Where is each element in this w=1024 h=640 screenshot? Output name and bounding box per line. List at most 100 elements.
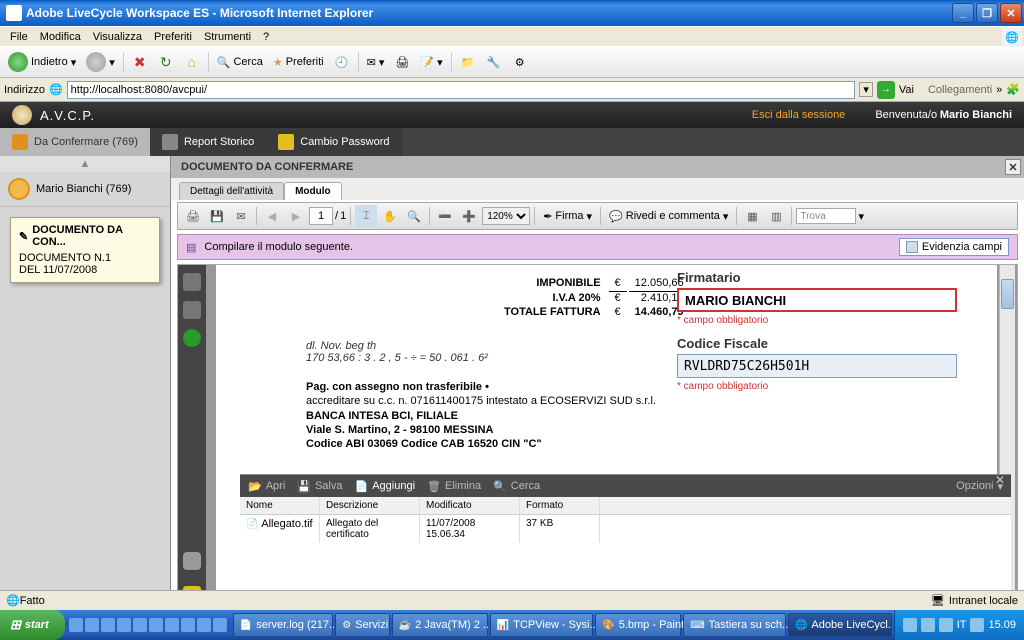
address-dropdown[interactable]: ▾ [859,82,873,97]
logout-link[interactable]: Esci dalla sessione [752,109,846,121]
mail-button[interactable]: ✉ ▾ [363,50,389,74]
att-add[interactable]: 📄 Aggiungi [355,480,416,493]
email-icon[interactable]: ✉ [230,205,252,227]
attachments-panel-icon[interactable] [183,552,201,570]
hand-tool-icon[interactable]: ✋ [379,205,401,227]
address-input[interactable] [67,81,856,99]
extra-button-2[interactable]: 🔧 [482,50,506,74]
tab-report-storico[interactable]: Report Storico [150,128,266,156]
save-icon[interactable]: 💾 [206,205,228,227]
maximize-button[interactable]: ❐ [976,3,998,23]
start-button[interactable]: ⊞ start [0,610,65,640]
zoom-select[interactable]: 120% [482,207,530,225]
extra-button-1[interactable]: 📁 [456,50,480,74]
tab-cambio-password[interactable]: Cambio Password [266,128,401,156]
user-row[interactable]: Mario Bianchi (769) [0,172,170,207]
task-button[interactable]: ☕2 Java(TM) 2 ... [392,613,488,637]
col-name[interactable]: Nome [240,497,320,514]
ql-icon[interactable] [213,618,227,632]
edit-button[interactable]: 📝 ▾ [416,50,446,74]
menu-tools[interactable]: Strumenti [198,29,257,45]
close-button[interactable]: ✕ [1000,3,1022,23]
task-button[interactable]: ⌨Tastiera su sch... [683,613,786,637]
forward-button[interactable]: ▾ [82,50,119,74]
ql-icon[interactable] [149,618,163,632]
att-delete[interactable]: 🗑 Elimina [427,480,481,493]
menu-file[interactable]: File [4,29,34,45]
document-card[interactable]: ✎DOCUMENTO DA CON... DOCUMENTO N.1 DEL 1… [10,217,160,283]
find-input[interactable] [796,208,856,224]
task-button[interactable]: 📄server.log (217... [233,613,333,637]
collapse-up[interactable]: ▲ [0,156,170,172]
task-button[interactable]: 🎨5.bmp - Paint [595,613,681,637]
ql-icon[interactable] [101,618,115,632]
attachment-row[interactable]: 📄 Allegato.tif Allegato del certificato … [240,515,1011,543]
close-document-button[interactable]: ✕ [1005,159,1021,175]
col-desc[interactable]: Descrizione [320,497,420,514]
help-icon[interactable] [183,329,201,347]
print-button[interactable]: 🖨 [390,50,414,74]
firmatario-input[interactable] [677,288,957,312]
cf-input[interactable] [677,354,957,378]
scrollbar-thumb[interactable] [1001,279,1014,309]
layout-2-icon[interactable]: ▥ [765,205,787,227]
tray-icon[interactable] [903,618,917,632]
prev-page-icon[interactable]: ◀ [261,205,283,227]
task-button[interactable]: ⚙Servizi [335,613,389,637]
ql-icon[interactable] [181,618,195,632]
menu-view[interactable]: Visualizza [87,29,148,45]
att-search[interactable]: 🔍 Cerca [493,480,540,493]
tab-da-confermare[interactable]: Da Confermare (769) [0,128,150,156]
print-icon[interactable]: 🖨 [182,205,204,227]
menu-fav[interactable]: Preferiti [148,29,198,45]
ql-icon[interactable] [85,618,99,632]
marquee-zoom-icon[interactable]: 🔍 [403,205,425,227]
tray-lang[interactable]: IT [957,619,967,631]
extra-button-3[interactable]: ⚙ [508,50,532,74]
favorites-button[interactable]: ★Preferiti [269,50,328,74]
ql-icon[interactable] [69,618,83,632]
refresh-button[interactable]: ↻ [154,50,178,74]
layout-1-icon[interactable]: ▦ [741,205,763,227]
select-tool-icon[interactable]: ⌶ [355,205,377,227]
minimize-button[interactable]: _ [952,3,974,23]
menu-edit[interactable]: Modifica [34,29,87,45]
task-button-active[interactable]: 🌐Adobe LiveCycl... [788,613,892,637]
zoom-in-icon[interactable]: ➕ [458,205,480,227]
tray-icon[interactable] [939,618,953,632]
pages-panel-icon[interactable] [183,273,201,291]
history-button[interactable]: 🕘 [330,50,354,74]
bookmarks-panel-icon[interactable] [183,301,201,319]
tray-clock[interactable]: 15.09 [988,619,1016,631]
subtab-dettagli[interactable]: Dettagli dell'attività [179,182,284,200]
search-button[interactable]: 🔍Cerca [213,50,267,74]
ql-icon[interactable] [165,618,179,632]
task-button[interactable]: 📊TCPView - Sysi... [490,613,593,637]
ql-icon[interactable] [117,618,131,632]
extension-icon[interactable]: 🧩 [1006,83,1020,96]
ql-icon[interactable] [133,618,147,632]
subtab-modulo[interactable]: Modulo [284,182,342,200]
att-save[interactable]: 💾 Salva [297,480,342,493]
next-page-icon[interactable]: ▶ [285,205,307,227]
back-button[interactable]: Indietro ▾ [4,50,80,74]
pdf-page-area[interactable]: IMPONIBILE€12.050,66 I.V.A 20%€2.410,13 … [206,265,1017,604]
stop-button[interactable]: ✖ [128,50,152,74]
review-dropdown[interactable]: 💬Rivedi e commenta ▾ [605,210,732,223]
page-input[interactable] [309,207,333,225]
tray-icon[interactable] [970,618,984,632]
col-fmt[interactable]: Formato [520,497,600,514]
col-mod[interactable]: Modificato [420,497,520,514]
att-close-button[interactable]: ✕ [991,473,1009,487]
go-button[interactable]: → [877,81,895,99]
links-chevron[interactable]: » [996,84,1002,96]
highlight-fields-button[interactable]: Evidenzia campi [899,238,1009,256]
tray-icon[interactable] [921,618,935,632]
links-label[interactable]: Collegamenti [928,84,992,96]
home-button[interactable]: ⌂ [180,50,204,74]
ql-icon[interactable] [197,618,211,632]
att-open[interactable]: 📂 Apri [248,480,285,493]
menu-help[interactable]: ? [257,29,275,45]
sign-dropdown[interactable]: ✒Firma ▾ [539,210,596,223]
zoom-out-icon[interactable]: ➖ [434,205,456,227]
